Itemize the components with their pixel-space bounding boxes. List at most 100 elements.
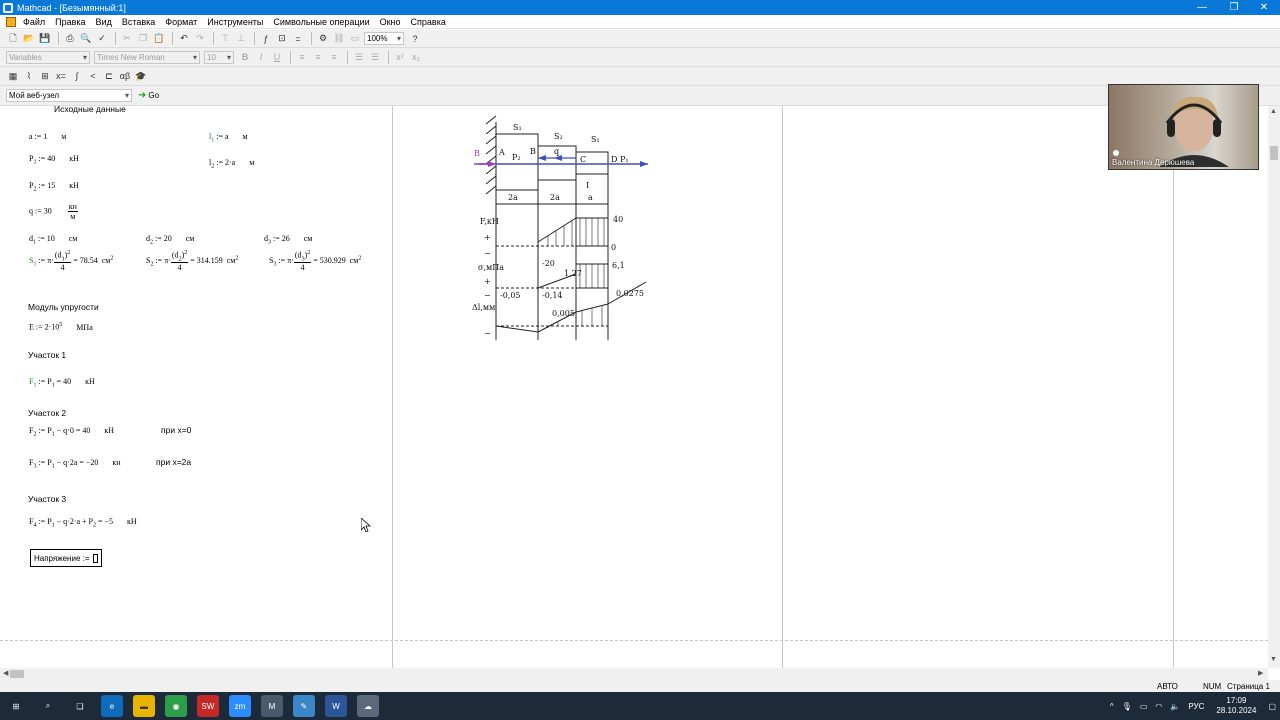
restore-button[interactable]: ❐: [1218, 0, 1250, 15]
underline-icon[interactable]: U: [270, 50, 284, 64]
def-a[interactable]: a := 1м: [29, 132, 66, 141]
scroll-right-icon[interactable]: ▶: [1258, 669, 1263, 677]
stress-input-region[interactable]: Напряжение :=: [30, 549, 102, 567]
tray-volume-icon[interactable]: 🔈: [1170, 702, 1180, 711]
def-F1[interactable]: F1 := P1 = 40 кН: [29, 377, 95, 389]
calculate-icon[interactable]: =: [291, 32, 305, 46]
scroll-left-icon[interactable]: ◀: [3, 669, 8, 677]
menu-view[interactable]: Вид: [91, 17, 117, 27]
numbering-icon[interactable]: ☰: [368, 50, 382, 64]
align-right-icon[interactable]: ≡: [327, 50, 341, 64]
def-d3[interactable]: d3 := 26 см: [264, 234, 312, 246]
redo-icon[interactable]: ↷: [193, 32, 207, 46]
symbolic-icon[interactable]: 🎓: [134, 69, 148, 83]
menu-file[interactable]: Файл: [18, 17, 50, 27]
scroll-down-icon[interactable]: ▼: [1270, 656, 1277, 663]
minimize-button[interactable]: —: [1186, 0, 1218, 15]
cut-icon[interactable]: ✂: [120, 32, 134, 46]
zoom-select[interactable]: 100%: [364, 32, 404, 45]
tray-chevron-icon[interactable]: ^: [1110, 702, 1114, 711]
windows-start-icon[interactable]: ⊞: [5, 695, 27, 717]
help-icon[interactable]: ?: [408, 32, 422, 46]
app-icon[interactable]: ☁: [357, 695, 379, 717]
def-F2[interactable]: F2 := P1 − q·0 = 40 кН: [29, 426, 114, 438]
def-d2[interactable]: d2 := 20 см: [146, 234, 194, 246]
insert-unit-icon[interactable]: ⊡: [275, 32, 289, 46]
horizontal-scrollbar[interactable]: ◀ ▶: [0, 668, 1268, 680]
scroll-up-icon[interactable]: ▲: [1270, 108, 1277, 115]
def-F3[interactable]: F3 := P1 − q·2a = −20 кн: [29, 458, 121, 470]
zoom-icon[interactable]: zm: [229, 695, 251, 717]
def-S1[interactable]: S1 := π· (d1)2 4 = 78.54 см2: [29, 250, 113, 272]
search-icon[interactable]: ⌕: [37, 695, 59, 717]
solidworks-icon[interactable]: SW: [197, 695, 219, 717]
print-icon[interactable]: ⎙: [63, 32, 77, 46]
style-select[interactable]: Variables: [6, 50, 90, 64]
placeholder-slot[interactable]: [92, 553, 98, 563]
greek-icon[interactable]: αβ: [118, 69, 132, 83]
video-call-thumbnail[interactable]: Валентина Дерюшева: [1108, 84, 1259, 170]
paste-icon[interactable]: 📋: [152, 32, 166, 46]
tray-wifi-icon[interactable]: ◠: [1155, 702, 1162, 711]
web-address-select[interactable]: Мой веб-узел: [6, 89, 132, 102]
graph-icon[interactable]: ⌇: [22, 69, 36, 83]
tray-language[interactable]: РУС: [1188, 702, 1204, 711]
word-icon[interactable]: W: [325, 695, 347, 717]
superscript-icon[interactable]: x²: [393, 50, 407, 64]
def-E[interactable]: E := 2·105 МПа: [29, 322, 93, 332]
def-F4[interactable]: F4 := P1 − q·2·a + P2 = −5 кН: [29, 517, 137, 529]
new-icon[interactable]: 🗋: [6, 32, 20, 46]
align-center-icon[interactable]: ≡: [311, 50, 325, 64]
undo-icon[interactable]: ↶: [177, 32, 191, 46]
align-down-icon[interactable]: ⊥: [234, 32, 248, 46]
open-icon[interactable]: 📂: [22, 32, 36, 46]
def-S2[interactable]: S2 := π· (d2)2 4 = 314.159 см2: [146, 250, 238, 272]
calculus-icon[interactable]: ∫: [70, 69, 84, 83]
save-icon[interactable]: 💾: [38, 32, 52, 46]
menu-edit[interactable]: Правка: [50, 17, 90, 27]
chrome-icon[interactable]: ◉: [165, 695, 187, 717]
menu-format[interactable]: Формат: [160, 17, 202, 27]
def-d1[interactable]: d1 := 10 см: [29, 234, 77, 246]
task-view-icon[interactable]: ❏: [69, 695, 91, 717]
subscript-icon[interactable]: x₂: [409, 50, 423, 64]
notifications-icon[interactable]: ▢: [1268, 702, 1276, 711]
horizontal-scroll-thumb[interactable]: [10, 670, 24, 678]
tray-clock[interactable]: 17:09 28.10.2024: [1216, 696, 1256, 716]
def-l1[interactable]: l1 := aм: [209, 132, 248, 144]
font-select[interactable]: Times New Roman: [94, 50, 200, 64]
def-P1[interactable]: P1 := 40 кН: [29, 154, 79, 166]
menu-window[interactable]: Окно: [375, 17, 406, 27]
go-button[interactable]: ➜ Go: [138, 90, 159, 101]
def-S3[interactable]: S3 := π· (d3)2 4 = 530.929 см2: [269, 250, 361, 272]
def-q[interactable]: q := 30 кн м: [29, 202, 78, 221]
worksheet[interactable]: Исходные данные a := 1м l1 := aм P1 := 4…: [0, 106, 1268, 668]
vertical-scrollbar[interactable]: ▲ ▼: [1268, 106, 1280, 668]
align-left-icon[interactable]: ≡: [295, 50, 309, 64]
matrix-icon[interactable]: ⊞: [38, 69, 52, 83]
bold-icon[interactable]: B: [238, 50, 252, 64]
close-button[interactable]: ✕: [1248, 0, 1280, 15]
bullets-icon[interactable]: ☰: [352, 50, 366, 64]
hyperlink-icon[interactable]: ⛓: [332, 32, 346, 46]
font-size-select[interactable]: 10: [204, 50, 234, 64]
file-explorer-icon[interactable]: ▬: [133, 695, 155, 717]
document-icon[interactable]: [6, 16, 16, 27]
paint-icon[interactable]: ✎: [293, 695, 315, 717]
align-top-icon[interactable]: ⊤: [218, 32, 232, 46]
resource-icon[interactable]: ▭: [348, 32, 362, 46]
menu-insert[interactable]: Вставка: [117, 17, 160, 27]
menu-help[interactable]: Справка: [406, 17, 451, 27]
copy-icon[interactable]: ❐: [136, 32, 150, 46]
component-icon[interactable]: ⚙: [316, 32, 330, 46]
mathcad-taskbar-icon[interactable]: M: [261, 695, 283, 717]
insert-function-icon[interactable]: ƒ: [259, 32, 273, 46]
tray-mic-icon[interactable]: 🎙: [1122, 702, 1132, 711]
calculator-icon[interactable]: ▦: [6, 69, 20, 83]
tray-network-icon[interactable]: ▭: [1140, 702, 1148, 711]
spellcheck-icon[interactable]: ✓: [95, 32, 109, 46]
evaluation-icon[interactable]: x=: [54, 69, 68, 83]
menu-tools[interactable]: Инструменты: [202, 17, 268, 27]
menu-symbolics[interactable]: Символьные операции: [268, 17, 374, 27]
def-l2[interactable]: l2 := 2·a м: [209, 158, 254, 170]
